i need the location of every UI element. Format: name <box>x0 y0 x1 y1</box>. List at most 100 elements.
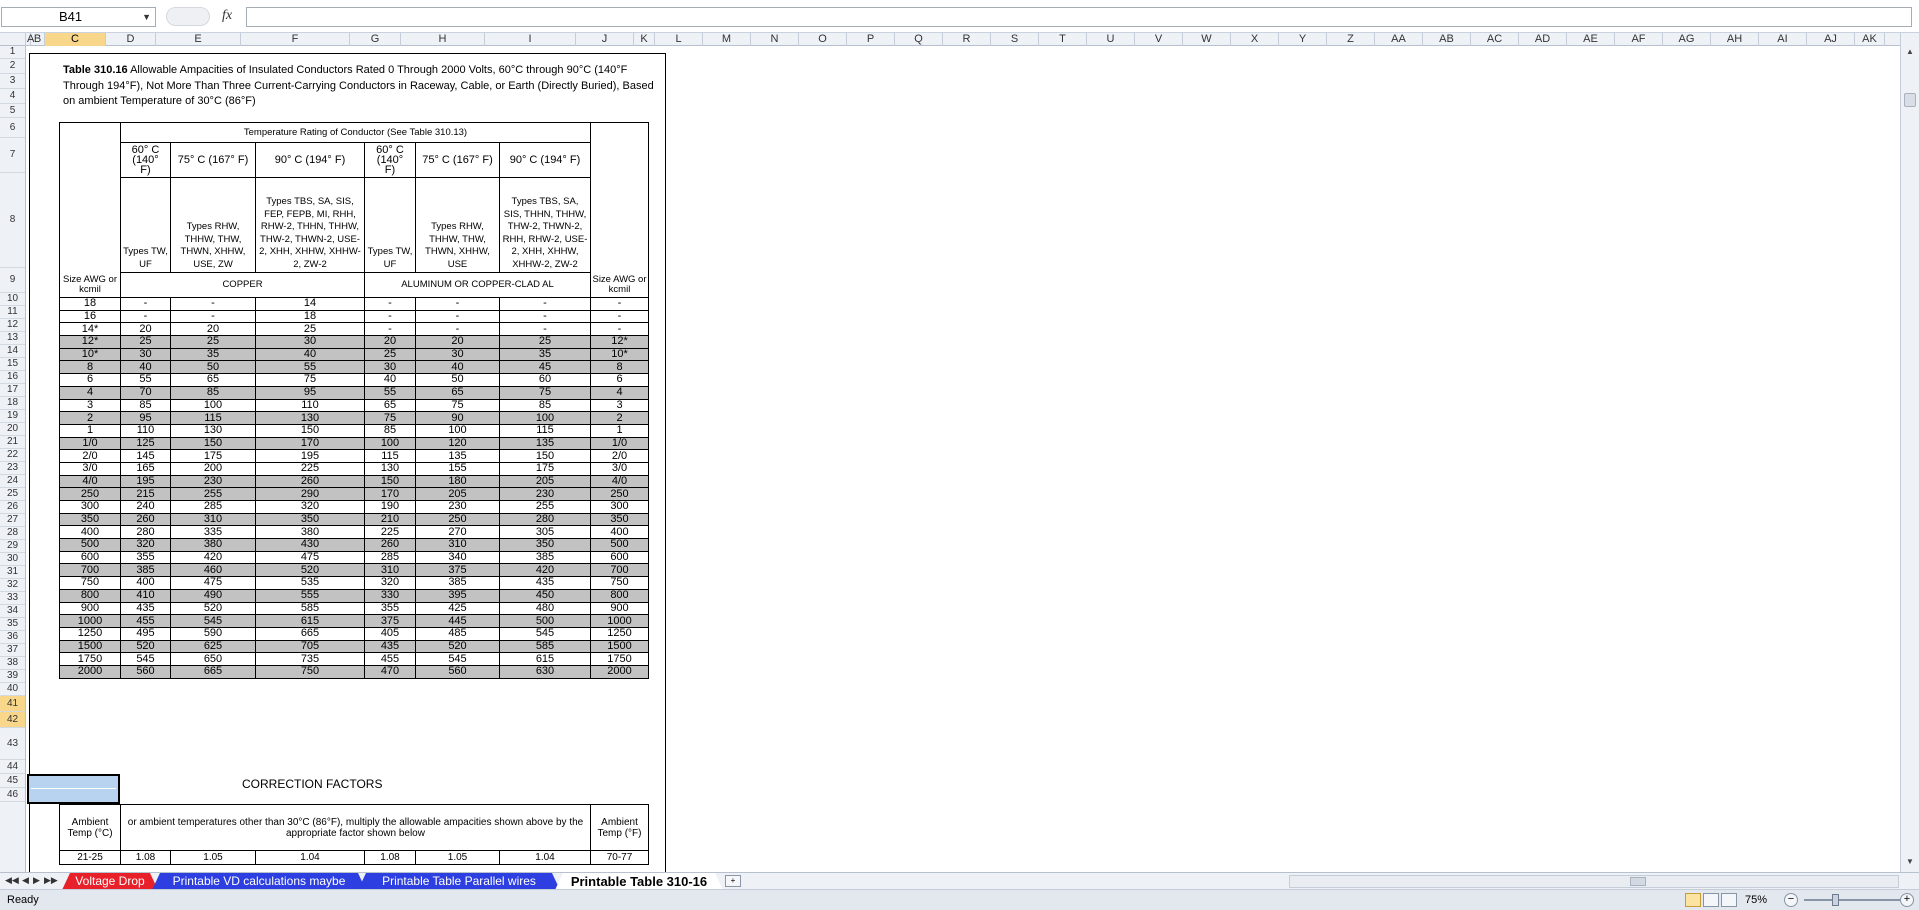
table-cell[interactable]: 520 <box>415 639 500 654</box>
row-header-33[interactable]: 33 <box>0 592 25 605</box>
zoom-level[interactable]: 75% <box>1745 894 1767 906</box>
table-cell[interactable]: 4 <box>59 385 121 400</box>
table-cell[interactable]: 3 <box>590 398 649 413</box>
table-cell[interactable]: 55 <box>255 360 365 375</box>
table-cell[interactable]: 145 <box>120 449 171 463</box>
table-cell[interactable]: 3 <box>59 398 121 413</box>
table-cell[interactable]: - <box>590 322 649 337</box>
row-header-20[interactable]: 20 <box>0 423 25 436</box>
table-cell[interactable]: 25 <box>499 335 591 349</box>
table-cell[interactable]: 85 <box>499 398 591 413</box>
table-cell[interactable]: 1250 <box>59 626 121 641</box>
table-cell[interactable]: 20 <box>120 322 171 337</box>
row-header-10[interactable]: 10 <box>0 293 25 306</box>
column-header-r[interactable]: R <box>943 33 991 46</box>
page-break-view-icon[interactable] <box>1721 893 1737 907</box>
table-cell[interactable]: 85 <box>170 385 256 400</box>
table-cell[interactable]: 85 <box>364 423 416 438</box>
formula-input[interactable] <box>246 7 1912 27</box>
table-cell[interactable]: 225 <box>255 461 365 476</box>
table-cell[interactable]: 285 <box>364 550 416 565</box>
row-header-44[interactable]: 44 <box>0 760 25 774</box>
name-box[interactable]: B41 ▼ <box>1 7 156 27</box>
table-cell[interactable]: 615 <box>255 614 365 628</box>
table-cell[interactable]: 750 <box>59 576 121 590</box>
column-header-ah[interactable]: AH <box>1711 33 1759 46</box>
table-cell[interactable]: 470 <box>364 664 416 679</box>
column-header-x[interactable]: X <box>1231 33 1279 46</box>
table-cell[interactable]: 75 <box>364 411 416 425</box>
table-cell[interactable]: 490 <box>170 588 256 603</box>
table-cell[interactable]: 420 <box>499 563 591 578</box>
table-cell[interactable]: 435 <box>499 576 591 590</box>
column-header-ad[interactable]: AD <box>1519 33 1567 46</box>
table-cell[interactable]: 95 <box>255 385 365 400</box>
table-cell[interactable]: 480 <box>499 601 591 616</box>
table-cell[interactable]: 75 <box>499 385 591 400</box>
row-header-7[interactable]: 7 <box>0 138 25 173</box>
table-cell[interactable]: 250 <box>415 512 500 527</box>
row-header-28[interactable]: 28 <box>0 527 25 540</box>
correction-cell[interactable]: 70-77 <box>590 850 649 865</box>
row-header-35[interactable]: 35 <box>0 618 25 631</box>
table-cell[interactable]: - <box>590 309 649 324</box>
table-cell[interactable]: 375 <box>415 563 500 578</box>
table-cell[interactable]: 375 <box>364 614 416 628</box>
table-cell[interactable]: 260 <box>120 512 171 527</box>
table-cell[interactable]: 2000 <box>59 664 121 679</box>
table-cell[interactable]: 40 <box>120 360 171 375</box>
table-cell[interactable]: 455 <box>364 652 416 666</box>
column-header-k[interactable]: K <box>634 33 655 46</box>
table-cell[interactable]: 25 <box>364 347 416 362</box>
correction-cell[interactable]: 1.04 <box>255 850 365 865</box>
table-cell[interactable]: 350 <box>590 512 649 527</box>
normal-view-icon[interactable] <box>1685 893 1701 907</box>
row-header-11[interactable]: 11 <box>0 306 25 319</box>
table-cell[interactable]: 500 <box>59 538 121 552</box>
correction-cell[interactable]: 1.05 <box>170 850 256 865</box>
row-header-15[interactable]: 15 <box>0 358 25 371</box>
column-header-b[interactable]: B <box>31 33 45 46</box>
table-cell[interactable]: 285 <box>170 500 256 514</box>
column-header-ae[interactable]: AE <box>1567 33 1615 46</box>
table-cell[interactable]: 340 <box>415 550 500 565</box>
zoom-slider-thumb[interactable] <box>1832 894 1839 906</box>
table-cell[interactable]: 4/0 <box>590 474 649 489</box>
table-cell[interactable]: 560 <box>120 664 171 679</box>
column-header-aa[interactable]: AA <box>1375 33 1423 46</box>
column-header-q[interactable]: Q <box>895 33 943 46</box>
correction-cell[interactable]: 1.05 <box>415 850 500 865</box>
table-cell[interactable]: 225 <box>364 525 416 540</box>
table-cell[interactable]: 170 <box>255 436 365 451</box>
table-cell[interactable]: 35 <box>170 347 256 362</box>
row-header-42[interactable]: 42 <box>0 712 25 728</box>
table-cell[interactable]: 2/0 <box>590 449 649 463</box>
column-header-g[interactable]: G <box>350 33 401 46</box>
correction-cell[interactable]: 1.04 <box>499 850 591 865</box>
table-cell[interactable]: - <box>170 297 256 311</box>
table-cell[interactable]: 750 <box>590 576 649 590</box>
table-cell[interactable]: 395 <box>415 588 500 603</box>
table-cell[interactable]: 355 <box>364 601 416 616</box>
table-cell[interactable]: 2 <box>590 411 649 425</box>
row-header-8[interactable]: 8 <box>0 173 25 268</box>
sheet-tab-0[interactable]: Voltage Drop <box>62 873 158 890</box>
table-cell[interactable]: 320 <box>255 500 365 514</box>
table-cell[interactable]: 40 <box>364 373 416 387</box>
sheet-tab-1[interactable]: Printable VD calculations maybe <box>152 873 366 890</box>
table-cell[interactable]: 1250 <box>590 626 649 641</box>
table-cell[interactable]: 290 <box>255 487 365 501</box>
table-cell[interactable]: 1000 <box>59 614 121 628</box>
row-header-19[interactable]: 19 <box>0 410 25 423</box>
table-cell[interactable]: 205 <box>499 474 591 489</box>
table-cell[interactable]: 425 <box>415 601 500 616</box>
row-header-36[interactable]: 36 <box>0 631 25 644</box>
row-header-18[interactable]: 18 <box>0 397 25 410</box>
table-cell[interactable]: 240 <box>120 500 171 514</box>
table-cell[interactable]: 545 <box>120 652 171 666</box>
row-header-22[interactable]: 22 <box>0 449 25 462</box>
table-cell[interactable]: 150 <box>499 449 591 463</box>
table-cell[interactable]: 560 <box>415 664 500 679</box>
table-cell[interactable]: 420 <box>170 550 256 565</box>
table-cell[interactable]: 170 <box>364 487 416 501</box>
